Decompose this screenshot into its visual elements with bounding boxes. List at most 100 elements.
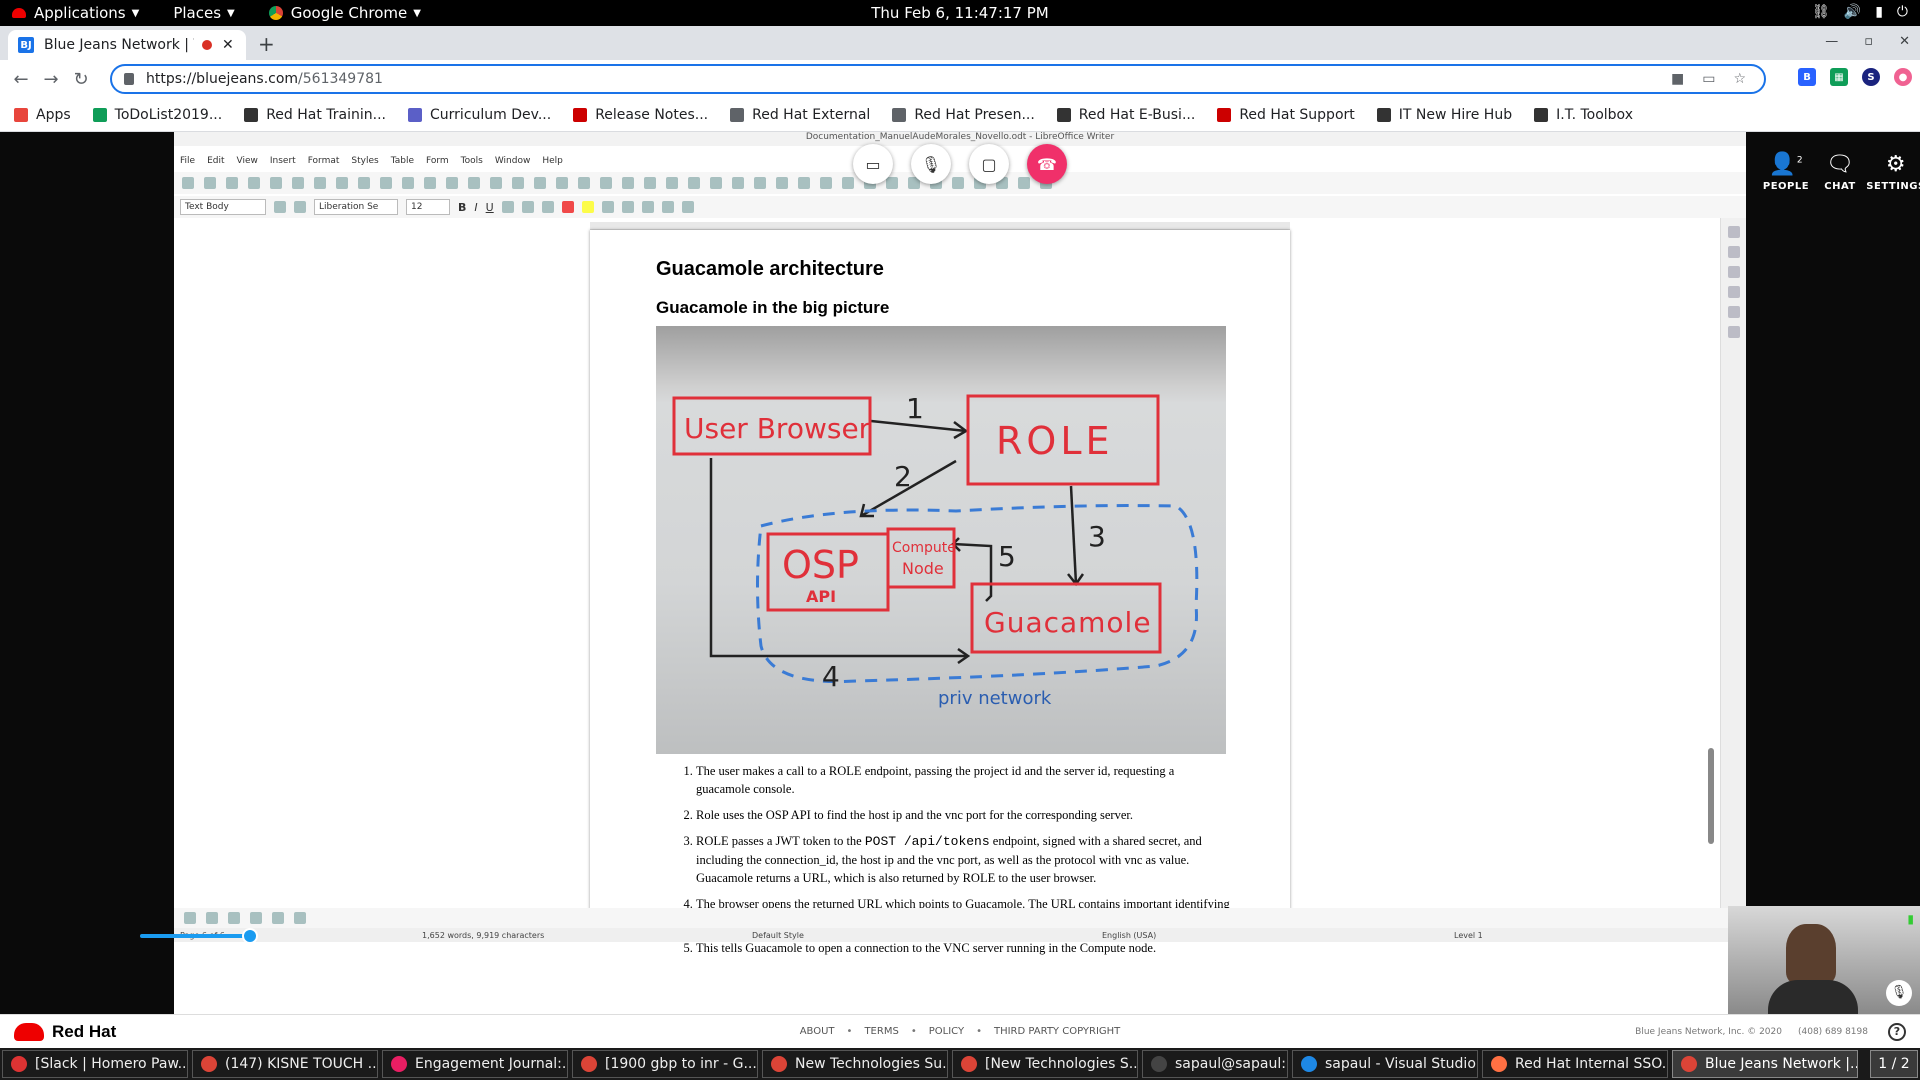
status-language[interactable]: English (USA) — [1102, 931, 1156, 940]
taskbar-window[interactable]: [New Technologies S... — [952, 1050, 1138, 1078]
footer-link[interactable]: TERMS — [864, 1026, 898, 1037]
people-button[interactable]: 👤2 PEOPLE — [1756, 152, 1816, 192]
workspace-pager[interactable]: 1 / 2 — [1870, 1050, 1918, 1078]
menu-item[interactable]: Edit — [207, 156, 224, 170]
toolbar-icon[interactable] — [424, 177, 436, 189]
menu-item[interactable]: View — [237, 156, 258, 170]
style-icon[interactable] — [294, 201, 306, 213]
toolbar-icon[interactable] — [578, 177, 590, 189]
toolbar-icon[interactable] — [710, 177, 722, 189]
toolbar-icon[interactable] — [732, 177, 744, 189]
strikethrough-icon[interactable] — [501, 201, 514, 213]
system-tray[interactable]: ⛓ 🔊 ▮ ⏻ — [1812, 4, 1908, 20]
bookmark-item[interactable]: Red Hat External — [730, 107, 870, 123]
style-icon[interactable] — [274, 201, 286, 213]
toolbar-icon[interactable] — [622, 177, 634, 189]
slider-handle[interactable] — [242, 928, 258, 944]
taskbar-window[interactable]: Red Hat Internal SSO... — [1482, 1050, 1668, 1078]
footer-link[interactable]: ABOUT — [800, 1026, 835, 1037]
bookmark-item[interactable]: Apps — [14, 107, 71, 123]
bookmark-item[interactable]: I.T. Toolbox — [1534, 107, 1633, 123]
clock[interactable]: Thu Feb 6, 11:47:17 PM — [871, 4, 1048, 22]
toolbar-icon[interactable] — [798, 177, 810, 189]
volume-slider[interactable] — [140, 928, 258, 944]
tab-bluejeans[interactable]: BJ Blue Jeans Network | \ ✕ — [8, 30, 246, 60]
star-icon[interactable]: ☆ — [1733, 71, 1746, 87]
profile-avatar[interactable]: S — [1862, 68, 1880, 86]
toolbar-icon[interactable] — [314, 177, 326, 189]
footer-link[interactable]: POLICY — [929, 1026, 964, 1037]
bookmark-item[interactable]: IT New Hire Hub — [1376, 107, 1512, 123]
cast-icon[interactable]: ▭ — [1702, 71, 1715, 87]
toolbar-icon[interactable] — [688, 177, 700, 189]
minimize-icon[interactable]: — — [1825, 34, 1838, 49]
toolbar-icon[interactable] — [182, 177, 194, 189]
bold-button[interactable]: B — [458, 201, 466, 214]
address-bar[interactable]: https://bluejeans.com/561349781 ■ ▭ ☆ — [110, 64, 1766, 94]
bookmark-item[interactable]: Red Hat Trainin... — [244, 107, 386, 123]
menu-item[interactable]: Table — [391, 156, 414, 170]
settings-button[interactable]: ⚙ SETTINGS — [1866, 152, 1920, 192]
toolbar-icon[interactable] — [820, 177, 832, 189]
page-icon[interactable] — [1727, 266, 1740, 278]
self-view-video[interactable]: 🎙 ▮ — [1728, 906, 1920, 1014]
back-icon[interactable]: ← — [6, 69, 36, 90]
list-icon[interactable] — [601, 201, 614, 213]
navigator-icon[interactable] — [1727, 326, 1740, 338]
bookmark-item[interactable]: Red Hat Presen... — [892, 107, 1035, 123]
menu-item[interactable]: File — [180, 156, 195, 170]
underline-button[interactable]: U — [486, 201, 494, 214]
screen-share-button[interactable]: ▢ — [969, 144, 1009, 184]
superscript-icon[interactable] — [521, 201, 534, 213]
footer-link[interactable]: THIRD PARTY COPYRIGHT — [994, 1026, 1120, 1037]
toolbar-icon[interactable] — [556, 177, 568, 189]
toolbar-icon[interactable] — [534, 177, 546, 189]
toolbar-icon[interactable] — [446, 177, 458, 189]
highlight-icon[interactable] — [581, 201, 594, 213]
menu-item[interactable]: Window — [495, 156, 531, 170]
help-button[interactable]: ? — [1888, 1023, 1906, 1041]
italic-button[interactable]: I — [474, 201, 477, 214]
taskbar-window[interactable]: sapaul@sapaul:~ — [1142, 1050, 1288, 1078]
toolbar-icon[interactable] — [226, 177, 238, 189]
mic-toggle-button[interactable]: 🎙 — [911, 144, 951, 184]
menu-item[interactable]: Tools — [461, 156, 483, 170]
video-toggle-button[interactable]: ▭ — [853, 144, 893, 184]
taskbar-window[interactable]: New Technologies Su... — [762, 1050, 948, 1078]
toolbar-icon[interactable] — [468, 177, 480, 189]
align-right-icon[interactable] — [661, 201, 674, 213]
bookmark-item[interactable]: Red Hat E-Busi... — [1056, 107, 1195, 123]
toolbar-icon[interactable] — [666, 177, 678, 189]
toolbar-icon[interactable] — [380, 177, 392, 189]
properties-icon[interactable] — [1727, 226, 1740, 238]
menu-item[interactable]: Insert — [270, 156, 296, 170]
align-left-icon[interactable] — [621, 201, 634, 213]
document-page[interactable]: Guacamole architecture Guacamole in the … — [590, 230, 1290, 955]
page-icon[interactable] — [1727, 246, 1740, 258]
menu-item[interactable]: Help — [542, 156, 563, 170]
bookmark-item[interactable]: Curriculum Dev... — [408, 107, 551, 123]
bluejeans-extension-icon[interactable]: B — [1798, 68, 1816, 86]
align-center-icon[interactable] — [641, 201, 654, 213]
taskbar-window[interactable]: [1900 gbp to inr - G... — [572, 1050, 758, 1078]
outline-icon[interactable] — [206, 912, 218, 924]
microphone-icon[interactable]: 🎙 — [1886, 980, 1912, 1006]
gallery-icon[interactable] — [1727, 306, 1740, 318]
font-size-select[interactable]: 12 — [406, 199, 450, 215]
justify-icon[interactable] — [681, 201, 694, 213]
taskbar-window[interactable]: Engagement Journal:... — [382, 1050, 568, 1078]
toolbar-icon[interactable] — [248, 177, 260, 189]
app-menu-chrome[interactable]: Google Chrome ▼ — [268, 4, 421, 22]
toolbar-icon[interactable] — [644, 177, 656, 189]
paragraph-style-select[interactable]: Text Body — [180, 199, 266, 215]
outline-icon[interactable] — [228, 912, 240, 924]
move-up-icon[interactable] — [272, 912, 284, 924]
camera-icon[interactable]: ■ — [1671, 71, 1684, 87]
menu-item[interactable]: Format — [308, 156, 340, 170]
extension-icon[interactable]: ● — [1894, 68, 1912, 86]
font-color-icon[interactable] — [561, 201, 574, 213]
taskbar-window[interactable]: [Slack | Homero Paw... — [2, 1050, 188, 1078]
reload-icon[interactable]: ↻ — [66, 69, 96, 90]
bookmark-item[interactable]: Release Notes... — [573, 107, 708, 123]
toolbar-icon[interactable] — [336, 177, 348, 189]
